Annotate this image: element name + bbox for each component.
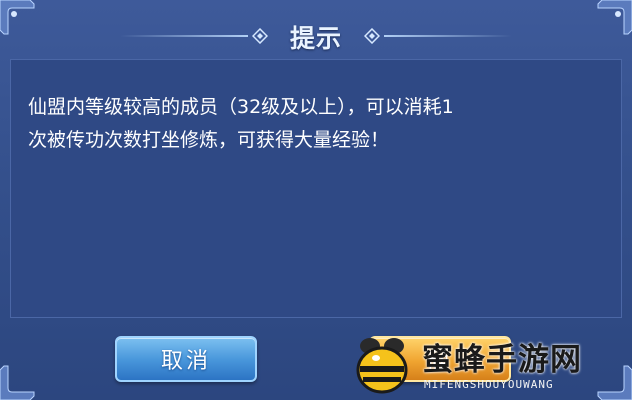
watermark: 蜜蜂手游网 MIFENGSHOUYOUWANG <box>348 326 632 400</box>
watermark-subtitle: MIFENGSHOUYOUWANG <box>424 378 554 391</box>
cancel-button[interactable]: 取消 <box>115 336 257 382</box>
title-bar: 提示 <box>0 14 632 56</box>
corner-ornament-icon <box>0 365 35 400</box>
watermark-name: 蜜蜂手游网 <box>422 342 582 378</box>
diamond-ornament-icon <box>364 28 380 44</box>
message-line: 次被传功次数打坐修炼，可获得大量经验！ <box>28 129 390 151</box>
message-line: 仙盟内等级较高的成员（32级及以上），可以消耗1 <box>28 96 454 118</box>
title-divider-right <box>384 35 512 37</box>
dialog-title: 提示 <box>289 24 342 53</box>
dialog-message: 仙盟内等级较高的成员（32级及以上），可以消耗1 次被传功次数打坐修炼，可获得大… <box>28 91 612 157</box>
bee-logo-icon <box>356 338 408 394</box>
dialog-panel: 提示 仙盟内等级较高的成员（32级及以上），可以消耗1 次被传功次数打坐修炼，可… <box>0 0 632 400</box>
